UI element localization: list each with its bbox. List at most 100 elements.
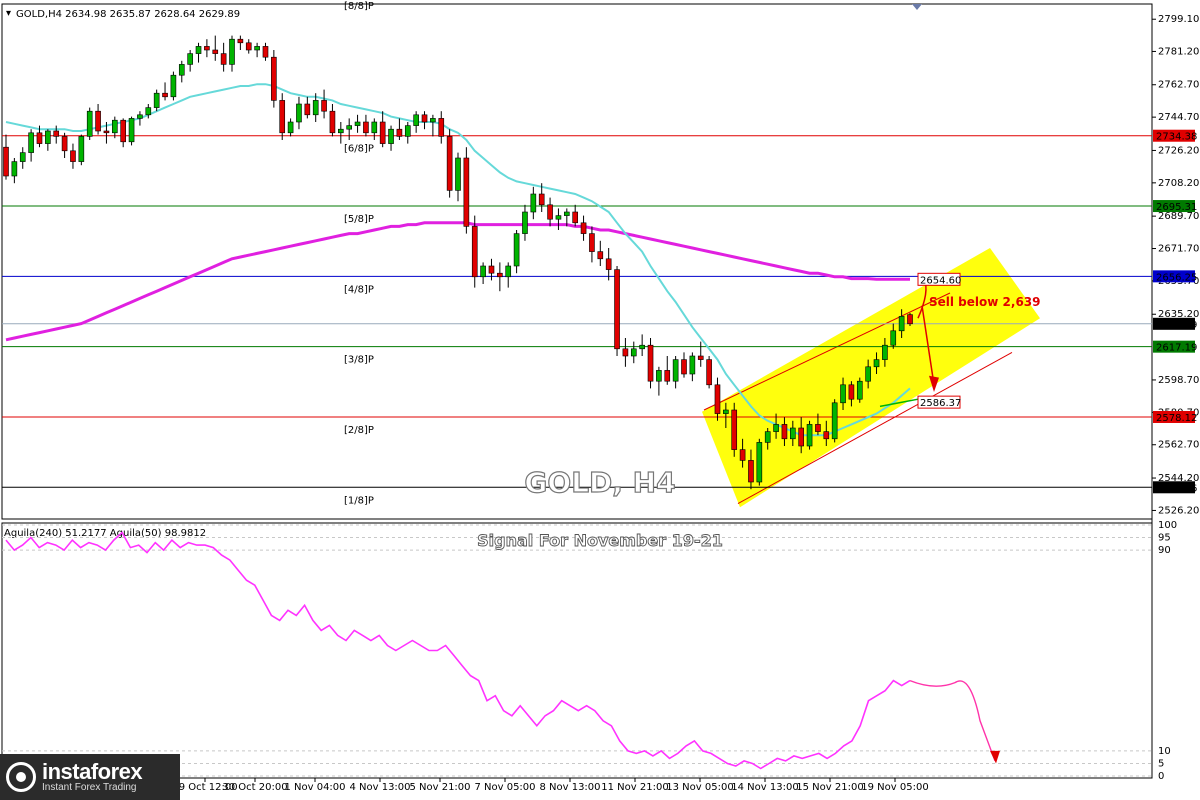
candle-body [781, 424, 788, 440]
candle [756, 438, 763, 486]
candle [907, 313, 913, 327]
candle [672, 356, 679, 389]
candle [463, 147, 470, 234]
price-tag-text: 2734.38 [1156, 132, 1197, 143]
candle-body [463, 157, 470, 227]
candle [112, 116, 118, 139]
candle-body [229, 38, 235, 65]
candle-body [438, 118, 445, 137]
candle-body [890, 330, 897, 346]
candle-body [823, 431, 830, 440]
candle [572, 204, 578, 227]
candle [11, 158, 18, 184]
candle-body [714, 384, 721, 414]
candles [3, 35, 913, 490]
candle [438, 111, 445, 144]
candle-body [522, 211, 528, 234]
candle [831, 399, 838, 443]
candle-body [296, 103, 302, 123]
price-tick-label: 2598.70 [1158, 375, 1199, 386]
candle-body [112, 119, 118, 134]
price-tag-text: 2695.31 [1156, 202, 1197, 213]
candle [128, 116, 135, 146]
oscillator-path [5, 531, 911, 770]
candle [806, 420, 813, 450]
time-tick-label: 5 Nov 21:00 [409, 782, 470, 793]
candle-body [95, 110, 101, 132]
candle-body [212, 49, 219, 54]
scroll-marker-icon[interactable] [912, 4, 922, 10]
candle [455, 152, 461, 202]
candle [245, 39, 252, 54]
candle-body [656, 370, 662, 382]
candle-body [681, 359, 687, 375]
candle [488, 258, 495, 281]
candle [421, 111, 428, 130]
candle-body [170, 74, 177, 98]
brand-name: instaforex [42, 759, 143, 785]
candle-body [45, 130, 51, 144]
time-tick-label: 1 Nov 04:00 [284, 782, 345, 793]
candle-body [723, 409, 729, 414]
candle [547, 197, 553, 227]
price-tag-text: 2578.12 [1156, 413, 1197, 424]
candle-body [237, 38, 244, 44]
candle [639, 334, 645, 356]
level-tag-text: 2654.60 [920, 275, 961, 286]
osc-projection [909, 679, 996, 762]
candle-body [597, 251, 604, 260]
candle [589, 226, 595, 263]
instaforex-logo-icon [6, 762, 36, 792]
candle-body [287, 121, 294, 134]
candle-body [363, 121, 369, 134]
candle [555, 208, 562, 230]
candle [497, 262, 503, 292]
candle [379, 111, 386, 148]
level-tag-text: 2586.37 [920, 398, 961, 409]
candle [321, 89, 327, 119]
candle [279, 93, 286, 140]
candle [178, 60, 185, 83]
murray-label: [2/8]P [344, 425, 374, 436]
candle [254, 42, 260, 58]
candle [195, 42, 202, 63]
candle-body [162, 92, 168, 98]
candle-body [664, 370, 671, 382]
candle-body [70, 150, 76, 162]
candle-body [614, 269, 620, 350]
candle-body [815, 424, 821, 432]
candle [170, 71, 177, 101]
sma-line [5, 221, 910, 342]
candle-body [756, 442, 763, 483]
time-tick-label: 8 Nov 13:00 [539, 782, 600, 793]
candle-body [689, 355, 696, 375]
candle-body [338, 128, 344, 134]
candle-body [471, 226, 478, 278]
candle [329, 104, 336, 137]
candle-body [488, 265, 495, 274]
trading-chart-window: ▾ GOLD,H4 2634.98 2635.87 2628.64 2629.8… [0, 0, 1200, 800]
candle [3, 134, 9, 180]
candle-body [706, 359, 712, 386]
brand-tagline: Instant Forex Trading [42, 782, 137, 794]
brand-logo: instaforex Instant Forex Trading [0, 754, 180, 800]
chart-canvas[interactable]: ▾ GOLD,H4 2634.98 2635.87 2628.64 2629.8… [0, 0, 1200, 800]
candle-body [254, 46, 260, 51]
candle [622, 338, 629, 367]
murray-label: [1/8]P [344, 495, 374, 506]
price-tag-text: 2629.89 [1156, 320, 1197, 331]
osc-tick-label: 95 [1158, 533, 1171, 544]
murray-label: [3/8]P [344, 355, 374, 366]
time-tick-label: 15 Nov 21:00 [796, 782, 863, 793]
candle-body [497, 272, 503, 278]
candle-body [388, 128, 394, 144]
candle [681, 352, 687, 378]
dropdown-arrow-icon[interactable]: ▾ [6, 8, 11, 19]
sell-annotation: Sell below 2,639 [929, 295, 1041, 309]
murray-label: [8/8]P [344, 1, 374, 12]
candle-body [580, 222, 587, 234]
candle-body [371, 121, 378, 134]
candle [614, 266, 620, 356]
osc-tick-label: 90 [1158, 545, 1171, 556]
candle-body [564, 211, 570, 216]
